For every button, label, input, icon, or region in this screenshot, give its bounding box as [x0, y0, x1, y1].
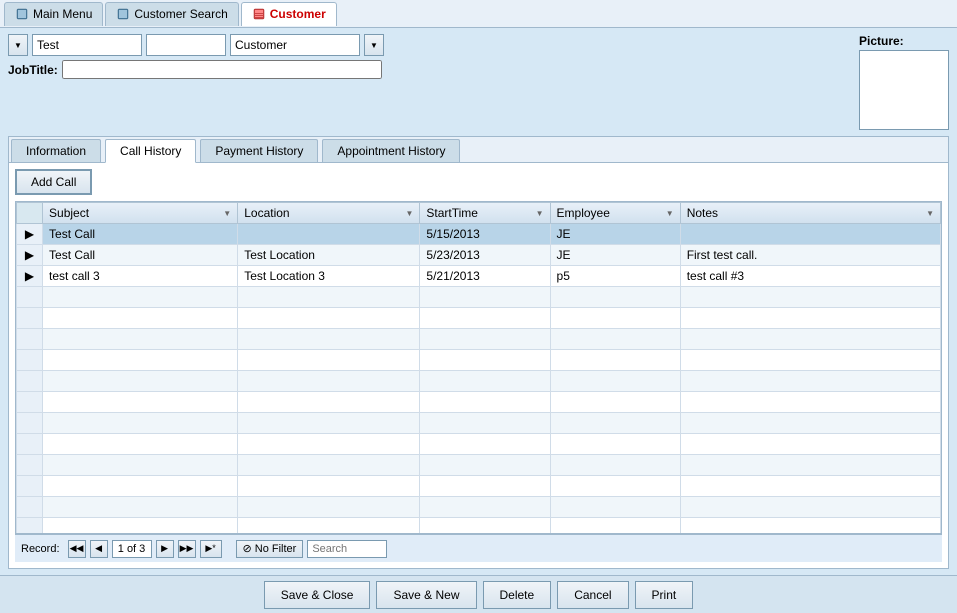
table-row-empty	[17, 350, 941, 371]
title-bar: Main Menu Customer Search Customer	[0, 0, 957, 28]
row-selector[interactable]: ▶	[17, 266, 43, 287]
table-row-empty	[17, 455, 941, 476]
nav-first-button[interactable]: ◀◀	[68, 540, 86, 558]
middle-name-input[interactable]	[146, 34, 226, 56]
cell-subject[interactable]: Test Call	[43, 224, 238, 245]
nav-new-button[interactable]: ▶*	[200, 540, 222, 558]
tab-main-menu-label: Main Menu	[33, 7, 92, 21]
title-dropdown[interactable]	[364, 34, 384, 56]
subject-column-header[interactable]: Subject ▼	[43, 203, 238, 224]
cell-location[interactable]: Test Location	[238, 245, 420, 266]
last-name-input[interactable]	[230, 34, 360, 56]
picture-box	[859, 50, 949, 130]
table-row-empty	[17, 476, 941, 497]
home-icon	[15, 7, 29, 21]
delete-button[interactable]: Delete	[483, 581, 552, 609]
sub-tab-payment-history[interactable]: Payment History	[200, 139, 318, 162]
top-form: JobTitle: Picture:	[8, 34, 949, 130]
employee-column-header[interactable]: Employee ▼	[550, 203, 680, 224]
first-name-input[interactable]	[32, 34, 142, 56]
call-history-content: Add Call Subject ▼	[9, 163, 948, 568]
form-fields: JobTitle:	[8, 34, 839, 79]
cell-subject[interactable]: Test Call	[43, 245, 238, 266]
cell-notes[interactable]	[680, 224, 940, 245]
funnel-icon: ⊘	[243, 542, 252, 555]
table-row-empty	[17, 434, 941, 455]
tab-customer[interactable]: Customer	[241, 2, 337, 26]
table-row-empty	[17, 371, 941, 392]
subject-sort-icon: ▼	[223, 209, 231, 218]
selector-column-header	[17, 203, 43, 224]
table-icon	[252, 7, 266, 21]
cell-starttime[interactable]: 5/23/2013	[420, 245, 550, 266]
no-filter-button[interactable]: ⊘ No Filter	[236, 540, 304, 558]
nav-last-button[interactable]: ▶▶	[178, 540, 196, 558]
table-row-empty	[17, 329, 941, 350]
location-sort-icon: ▼	[405, 209, 413, 218]
main-content: JobTitle: Picture: Information Call Hist…	[0, 28, 957, 575]
jobtitle-input[interactable]	[62, 60, 382, 79]
table-row-empty	[17, 287, 941, 308]
field1-dropdown[interactable]	[8, 34, 28, 56]
jobtitle-row: JobTitle:	[8, 60, 839, 79]
table-row[interactable]: ▶ Test Call 5/15/2013 JE	[17, 224, 941, 245]
table-row-empty	[17, 518, 941, 535]
cell-notes[interactable]: test call #3	[680, 266, 940, 287]
table-row-empty	[17, 497, 941, 518]
call-history-table-wrapper[interactable]: Subject ▼ Location ▼	[15, 201, 942, 534]
jobtitle-label: JobTitle:	[8, 63, 58, 77]
print-button[interactable]: Print	[635, 581, 694, 609]
cancel-button[interactable]: Cancel	[557, 581, 628, 609]
table-row-empty	[17, 392, 941, 413]
employee-sort-icon: ▼	[666, 209, 674, 218]
location-column-header[interactable]: Location ▼	[238, 203, 420, 224]
picture-area: Picture:	[859, 34, 949, 130]
table-row[interactable]: ▶ test call 3 Test Location 3 5/21/2013 …	[17, 266, 941, 287]
add-call-button[interactable]: Add Call	[15, 169, 92, 195]
notes-column-header[interactable]: Notes ▼	[680, 203, 940, 224]
tab-panel: Information Call History Payment History…	[8, 136, 949, 569]
nav-prev-button[interactable]: ◀	[90, 540, 108, 558]
tab-customer-search[interactable]: Customer Search	[105, 2, 238, 26]
cell-employee[interactable]: p5	[550, 266, 680, 287]
table-row[interactable]: ▶ Test Call Test Location 5/23/2013 JE F…	[17, 245, 941, 266]
notes-sort-icon: ▼	[926, 209, 934, 218]
sub-tabs: Information Call History Payment History…	[9, 137, 948, 163]
tab-customer-label: Customer	[270, 7, 326, 21]
cell-employee[interactable]: JE	[550, 224, 680, 245]
picture-label: Picture:	[859, 34, 904, 48]
cell-subject[interactable]: test call 3	[43, 266, 238, 287]
bottom-toolbar: Save & Close Save & New Delete Cancel Pr…	[0, 575, 957, 613]
sub-tab-call-history[interactable]: Call History	[105, 139, 196, 163]
nav-next-button[interactable]: ▶	[156, 540, 174, 558]
row-selector[interactable]: ▶	[17, 245, 43, 266]
name-row	[8, 34, 839, 56]
record-search-input[interactable]	[307, 540, 387, 558]
cell-notes[interactable]: First test call.	[680, 245, 940, 266]
tab-customer-search-label: Customer Search	[134, 7, 227, 21]
table-row-empty	[17, 308, 941, 329]
record-nav-label: Record:	[21, 543, 60, 555]
sub-tab-information[interactable]: Information	[11, 139, 101, 162]
cell-employee[interactable]: JE	[550, 245, 680, 266]
table-row-empty	[17, 413, 941, 434]
starttime-sort-icon: ▼	[536, 209, 544, 218]
cell-location[interactable]	[238, 224, 420, 245]
starttime-column-header[interactable]: StartTime ▼	[420, 203, 550, 224]
cell-starttime[interactable]: 5/21/2013	[420, 266, 550, 287]
save-new-button[interactable]: Save & New	[376, 581, 476, 609]
cell-location[interactable]: Test Location 3	[238, 266, 420, 287]
tab-main-menu[interactable]: Main Menu	[4, 2, 103, 26]
sub-tab-appointment-history[interactable]: Appointment History	[322, 139, 460, 162]
search-icon	[116, 7, 130, 21]
record-position-input[interactable]	[112, 540, 152, 558]
save-close-button[interactable]: Save & Close	[264, 581, 371, 609]
cell-starttime[interactable]: 5/15/2013	[420, 224, 550, 245]
row-selector[interactable]: ▶	[17, 224, 43, 245]
call-history-table: Subject ▼ Location ▼	[16, 202, 941, 534]
record-nav: Record: ◀◀ ◀ ▶ ▶▶ ▶* ⊘ No Filter	[15, 534, 942, 562]
